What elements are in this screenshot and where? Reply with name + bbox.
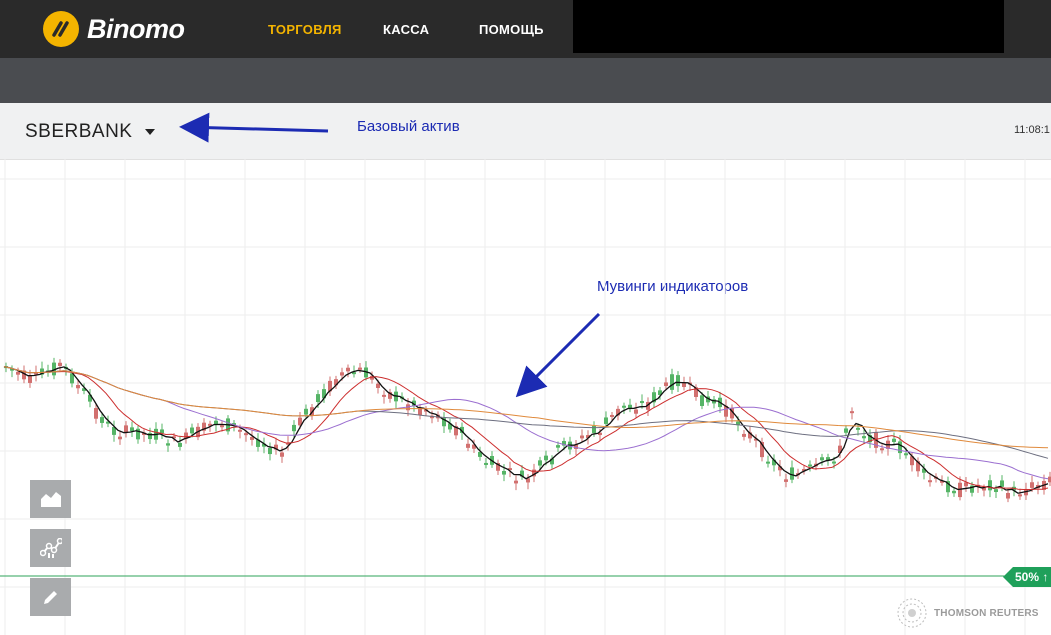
candle-body bbox=[304, 408, 308, 415]
drawing-tools-button[interactable] bbox=[30, 578, 71, 616]
candle-body bbox=[844, 428, 848, 433]
candle-body bbox=[346, 367, 350, 372]
candle-body bbox=[268, 448, 272, 455]
candle-body bbox=[484, 462, 488, 465]
area-chart-icon bbox=[40, 492, 61, 507]
candle-body bbox=[16, 371, 20, 375]
candle-body bbox=[358, 367, 362, 370]
redacted-area bbox=[573, 0, 1004, 53]
candle-body bbox=[850, 411, 854, 414]
candle-body bbox=[556, 445, 560, 448]
candle-body bbox=[244, 433, 248, 436]
candle-body bbox=[220, 425, 224, 428]
candle-body bbox=[994, 489, 998, 493]
payout-badge: 50% ↑ bbox=[1003, 567, 1051, 587]
candle-body bbox=[1018, 494, 1022, 497]
candle-body bbox=[538, 460, 542, 466]
moving-average-medium bbox=[3, 366, 1049, 490]
candle-body bbox=[676, 375, 680, 387]
candle-body bbox=[94, 408, 98, 419]
candle-body bbox=[316, 394, 320, 403]
candle-body bbox=[58, 362, 62, 366]
indicators-button[interactable] bbox=[30, 529, 71, 567]
nav-cashier[interactable]: КАССА bbox=[383, 22, 429, 37]
candle-body bbox=[622, 405, 626, 408]
candle-body bbox=[592, 425, 596, 433]
candle-body bbox=[862, 436, 866, 439]
candle-body bbox=[340, 372, 344, 376]
watermark-text: THOMSON REUTERS bbox=[934, 607, 1039, 619]
asset-bar: SBERBANK 11:08:1 bbox=[0, 103, 1051, 160]
server-time: 11:08:1 bbox=[1014, 124, 1050, 136]
top-navigation-bar: Binomo ТОРГОВЛЯ КАССА ПОМОЩЬ bbox=[0, 0, 1051, 58]
candle-body bbox=[1006, 492, 1010, 499]
candle-body bbox=[880, 448, 884, 451]
candle-body bbox=[952, 490, 956, 494]
chart-type-button[interactable] bbox=[30, 480, 71, 518]
pencil-icon bbox=[43, 591, 57, 604]
candle-body bbox=[190, 427, 194, 434]
candle-body bbox=[1030, 482, 1034, 488]
sub-header-bar bbox=[0, 58, 1051, 103]
candle-body bbox=[1000, 480, 1004, 487]
candle-body bbox=[178, 442, 182, 447]
caret-down-icon bbox=[145, 129, 156, 135]
binomo-logo-icon bbox=[43, 11, 79, 47]
price-chart[interactable] bbox=[0, 159, 1051, 635]
candle-body bbox=[832, 461, 836, 464]
candle-body bbox=[856, 427, 860, 430]
candle-body bbox=[130, 427, 134, 432]
candle-body bbox=[280, 452, 284, 457]
candle-body bbox=[664, 382, 668, 387]
candle-body bbox=[904, 453, 908, 456]
candle-body bbox=[820, 457, 824, 461]
candle-body bbox=[580, 435, 584, 439]
candle-body bbox=[700, 395, 704, 406]
thomson-reuters-watermark: THOMSON REUTERS bbox=[896, 597, 1039, 629]
candle-body bbox=[292, 424, 296, 432]
nav-trade[interactable]: ТОРГОВЛЯ bbox=[268, 22, 342, 37]
candle-body bbox=[514, 480, 518, 484]
candle-body bbox=[376, 383, 380, 388]
candle-body bbox=[604, 417, 608, 424]
asset-name: SBERBANK bbox=[25, 121, 133, 142]
candle-body bbox=[634, 409, 638, 414]
candle-body bbox=[502, 470, 506, 475]
thomson-reuters-logo-icon bbox=[897, 598, 927, 628]
candle-body bbox=[892, 438, 896, 442]
candle-body bbox=[100, 417, 104, 423]
logo-text: Binomo bbox=[87, 13, 185, 44]
candle-body bbox=[544, 455, 548, 461]
indicators-icon bbox=[39, 538, 62, 558]
candle-body bbox=[76, 385, 80, 389]
candle-body bbox=[166, 443, 170, 446]
candle-body bbox=[670, 374, 674, 390]
candle-body bbox=[640, 401, 644, 404]
candle-body bbox=[682, 383, 686, 388]
candle-body bbox=[160, 429, 164, 434]
candle-body bbox=[238, 429, 242, 432]
candle-body bbox=[118, 436, 122, 440]
candle-body bbox=[610, 414, 614, 417]
candle-body bbox=[766, 461, 770, 464]
chart-grid bbox=[0, 159, 1051, 635]
candle-body bbox=[382, 394, 386, 397]
candle-body bbox=[790, 467, 794, 480]
annotation-base-asset: Базовый актив bbox=[357, 118, 460, 135]
candle-body bbox=[928, 480, 932, 483]
asset-selector[interactable]: SBERBANK bbox=[25, 121, 156, 143]
candle-body bbox=[466, 443, 470, 448]
candle-body bbox=[784, 479, 788, 482]
candle-body bbox=[742, 433, 746, 437]
candle-body bbox=[988, 480, 992, 491]
nav-help[interactable]: ПОМОЩЬ bbox=[479, 22, 544, 37]
binomo-logo[interactable]: Binomo bbox=[43, 11, 203, 47]
candle-body bbox=[418, 408, 422, 415]
candle-body bbox=[808, 464, 812, 467]
candle-body bbox=[898, 441, 902, 454]
